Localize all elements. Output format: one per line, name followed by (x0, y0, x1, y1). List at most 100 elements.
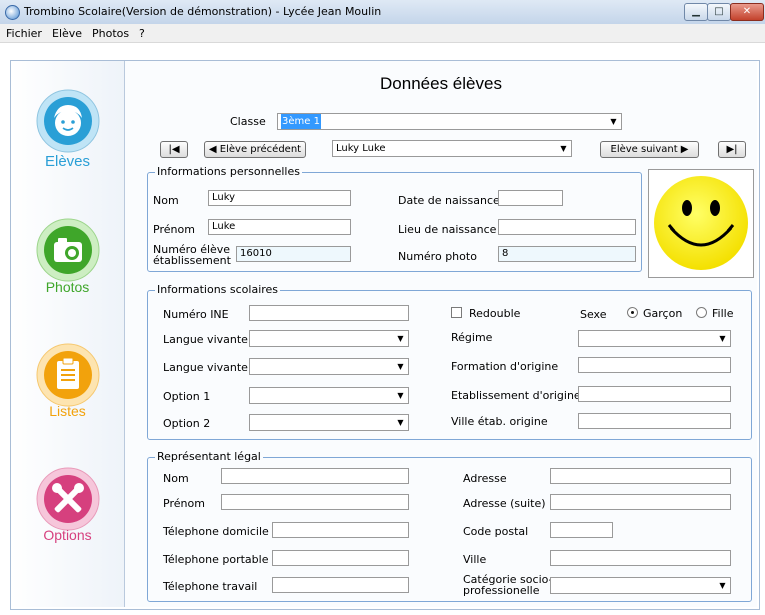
nom-label: Nom (153, 194, 179, 207)
classe-value: 3ème 1 (281, 114, 321, 129)
numero-eleve-field[interactable]: 16010 (236, 246, 351, 262)
redouble-checkbox[interactable] (451, 307, 462, 318)
tel-domicile-label: Télephone domicile (163, 525, 269, 538)
chevron-down-icon: ▼ (397, 334, 404, 343)
minimize-icon: ▁ (692, 6, 700, 17)
menu-photos[interactable]: Photos (92, 27, 129, 40)
redouble-label: Redouble (469, 307, 521, 320)
clipboard-icon (36, 343, 100, 407)
numero-eleve-label: Numéro élève établissement (153, 244, 231, 266)
sidebar-item-listes[interactable]: Listes (11, 342, 124, 432)
lv2-label: Langue vivante 2 (163, 361, 259, 374)
fille-label: Fille (712, 307, 734, 320)
formation-origine-field[interactable] (578, 357, 731, 373)
numero-photo-field[interactable]: 8 (498, 246, 636, 262)
chevron-down-icon: ▼ (610, 117, 617, 126)
tel-travail-field[interactable] (272, 577, 409, 593)
etablissement-origine-field[interactable] (578, 386, 731, 402)
student-face-icon (36, 89, 100, 153)
prenom-label: Prénom (153, 223, 195, 236)
student-photo[interactable] (648, 169, 754, 278)
minimize-button[interactable]: ▁ (684, 3, 708, 21)
tel-portable-label: Télephone portable (163, 553, 269, 566)
personal-info-title: Informations personnelles (155, 165, 302, 178)
first-student-button[interactable]: |◀ (160, 141, 188, 158)
ville-label: Ville (463, 553, 487, 566)
adresse-suite-field[interactable] (550, 494, 731, 510)
legal-prenom-label: Prénom (163, 497, 205, 510)
chevron-down-icon: ▼ (397, 391, 404, 400)
window-title: Trombino Scolaire(Version de démonstrati… (24, 5, 382, 18)
classe-select[interactable]: 3ème 1 ▼ (277, 113, 622, 130)
lv1-label: Langue vivante 1 (163, 333, 259, 346)
menu-help[interactable]: ? (139, 27, 145, 40)
categorie-label-line2: professionelle (463, 584, 540, 597)
sidebar-item-options[interactable]: Options (11, 466, 124, 556)
regime-select[interactable]: ▼ (578, 330, 731, 347)
lv2-select[interactable]: ▼ (249, 358, 409, 375)
legal-rep-title: Représentant légal (155, 450, 263, 463)
prenom-field[interactable]: Luke (208, 219, 351, 235)
chevron-down-icon: ▼ (560, 144, 567, 153)
regime-label: Régime (451, 331, 493, 344)
chevron-down-icon: ▼ (719, 581, 726, 590)
ville-etab-label: Ville étab. origine (451, 415, 548, 428)
adresse-suite-label: Adresse (suite) (463, 497, 546, 510)
sidebar-label-options: Options (43, 527, 92, 543)
date-naissance-field[interactable] (498, 190, 563, 206)
smiley-face-icon (654, 176, 748, 270)
garcon-radio[interactable] (627, 307, 638, 318)
nom-field[interactable]: Luky (208, 190, 351, 206)
next-student-button[interactable]: Elève suivant ▶ (600, 141, 699, 158)
ine-field[interactable] (249, 305, 409, 321)
numero-eleve-label-line2: établissement (153, 254, 231, 267)
lieu-naissance-field[interactable] (498, 219, 636, 235)
sidebar-item-photos[interactable]: Photos (11, 217, 124, 307)
maximize-button[interactable]: □ (707, 3, 731, 21)
fille-radio[interactable] (696, 307, 707, 318)
student-select[interactable]: Luky Luke ▼ (332, 140, 572, 157)
categorie-label: Catégorie socio-professionelle (463, 574, 553, 596)
legal-prenom-field[interactable] (221, 494, 409, 510)
option1-label: Option 1 (163, 390, 211, 403)
page-title: Données élèves (380, 74, 502, 93)
chevron-down-icon: ▼ (719, 334, 726, 343)
ville-etab-field[interactable] (578, 413, 731, 429)
close-icon: ✕ (742, 6, 752, 17)
adresse-field[interactable] (550, 468, 731, 484)
option2-select[interactable]: ▼ (249, 414, 409, 431)
menu-fichier[interactable]: Fichier (6, 27, 42, 40)
previous-student-button[interactable]: ◀ Elève précédent (204, 141, 306, 158)
adresse-label: Adresse (463, 472, 507, 485)
etablissement-origine-label: Etablissement d'origine (451, 389, 581, 402)
legal-nom-label: Nom (163, 472, 189, 485)
chevron-down-icon: ▼ (397, 362, 404, 371)
tel-portable-field[interactable] (272, 550, 409, 566)
maximize-icon: □ (714, 6, 724, 17)
app-icon (5, 5, 20, 20)
tel-domicile-field[interactable] (272, 522, 409, 538)
last-student-button[interactable]: ▶| (718, 141, 746, 158)
option1-select[interactable]: ▼ (249, 387, 409, 404)
ine-label: Numéro INE (163, 308, 229, 321)
option2-label: Option 2 (163, 417, 211, 430)
student-value: Luky Luke (336, 143, 386, 154)
legal-nom-field[interactable] (221, 468, 409, 484)
sidebar-label-photos: Photos (45, 279, 90, 295)
lieu-naissance-label: Lieu de naissance (398, 223, 497, 236)
sidebar-label-eleves: Elèves (44, 153, 91, 170)
ville-field[interactable] (550, 550, 731, 566)
school-info-title: Informations scolaires (155, 283, 281, 296)
menu-eleve[interactable]: Elève (52, 27, 82, 40)
categorie-select[interactable]: ▼ (550, 577, 731, 594)
garcon-label: Garçon (643, 307, 683, 320)
lv1-select[interactable]: ▼ (249, 330, 409, 347)
classe-label: Classe (230, 115, 266, 128)
code-postal-field[interactable] (550, 522, 613, 538)
tools-icon (36, 467, 100, 531)
chevron-down-icon: ▼ (397, 418, 404, 427)
close-button[interactable]: ✕ (730, 3, 764, 21)
numero-photo-label: Numéro photo (398, 250, 477, 263)
sidebar-item-eleves[interactable]: Elèves (11, 88, 124, 178)
tel-travail-label: Télephone travail (163, 580, 258, 593)
